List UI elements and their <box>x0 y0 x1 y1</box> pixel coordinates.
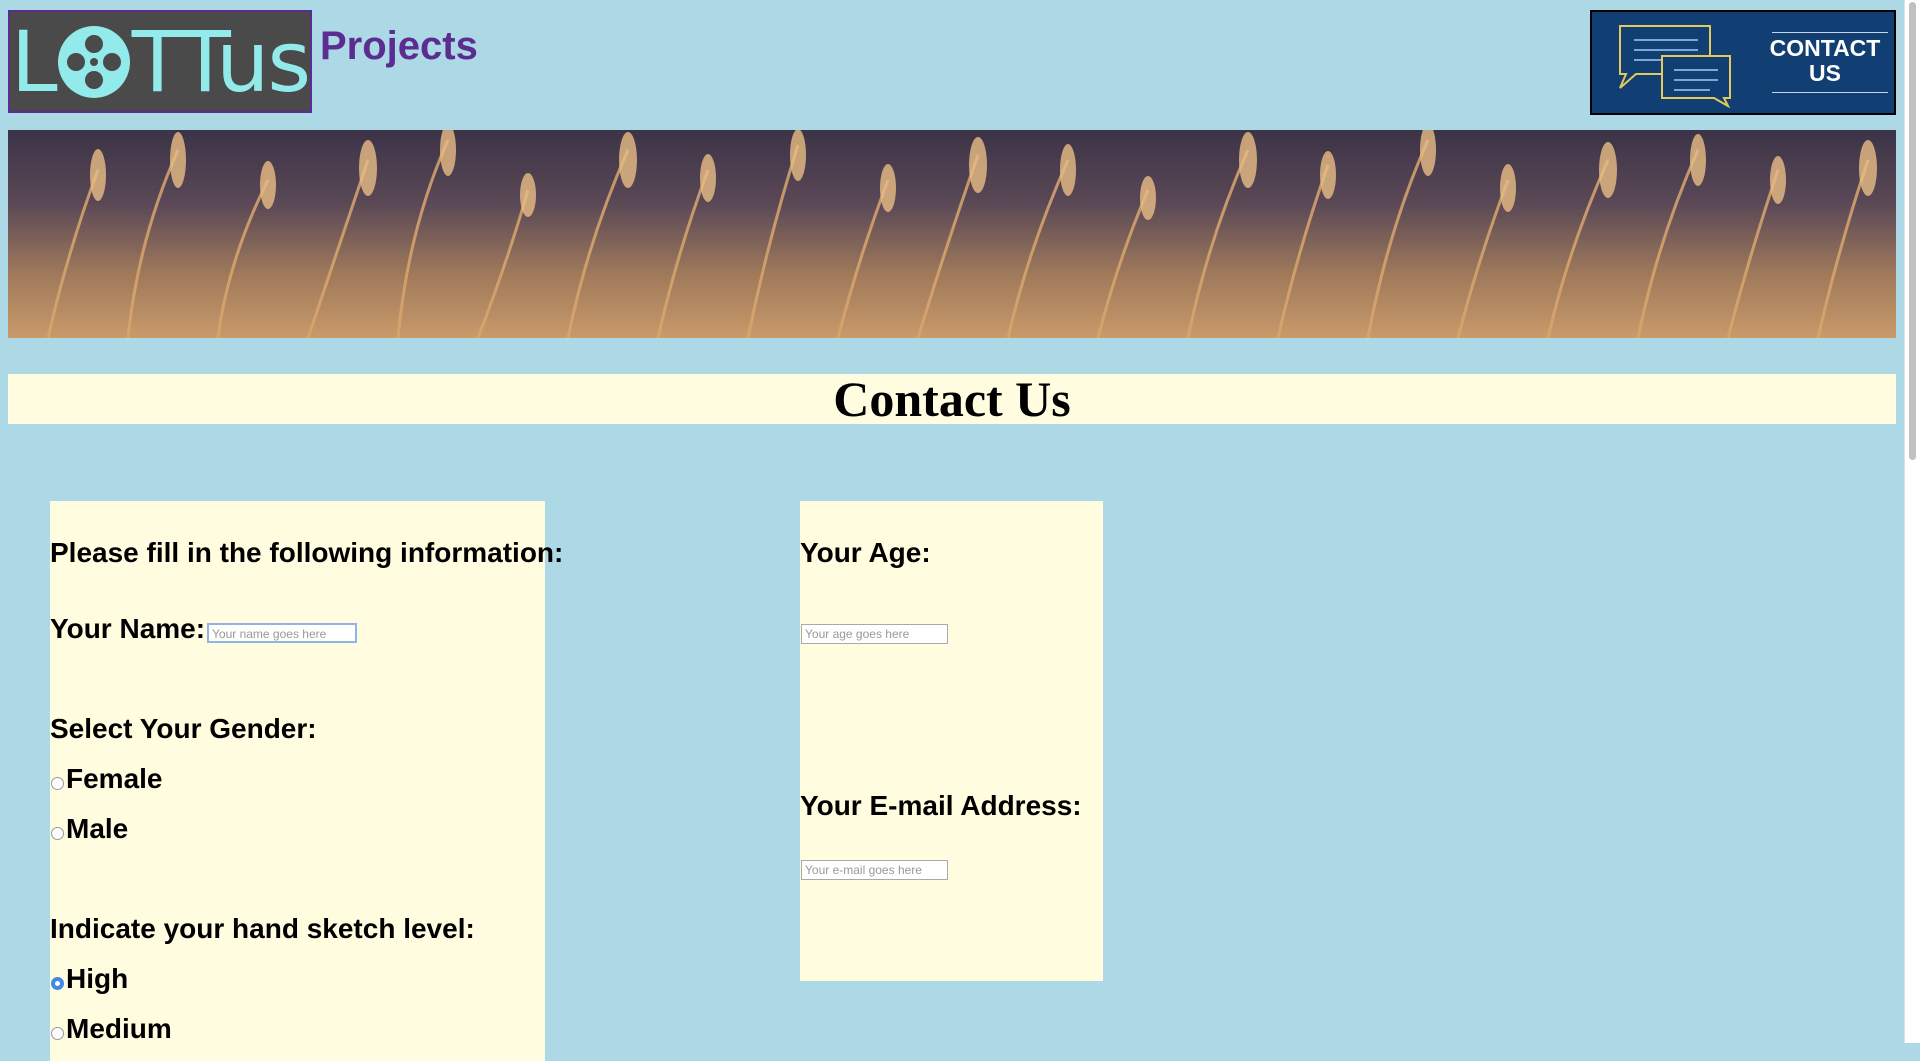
sketch-medium-label: Medium <box>66 1013 172 1044</box>
gender-female-label: Female <box>66 763 163 794</box>
gender-male-radio[interactable] <box>51 827 64 840</box>
contact-us-button[interactable]: CONTACT US <box>1590 10 1896 115</box>
page-heading-bar: Contact Us <box>8 374 1896 424</box>
contact-line-1: CONTACT <box>1769 35 1881 61</box>
age-label: Your Age: <box>800 537 931 568</box>
logo-text: TTus <box>131 12 311 111</box>
site-logo[interactable]: L TTus <box>8 10 312 113</box>
gender-label: Select Your Gender: <box>50 713 317 744</box>
divider <box>1772 32 1888 33</box>
form-panel-right: Your Age: Your age goes here Your E-mail… <box>800 501 1103 981</box>
page-title: Contact Us <box>833 371 1071 427</box>
form-panel-left: Please fill in the following information… <box>50 501 563 1061</box>
contact-us-label: CONTACT US <box>1762 36 1888 86</box>
gender-male-label: Male <box>66 813 129 844</box>
film-reel-icon <box>57 25 130 98</box>
chat-bubbles-icon <box>1619 25 1731 108</box>
sketch-high-radio[interactable] <box>51 977 64 990</box>
divider <box>1772 92 1888 93</box>
age-input[interactable]: Your age goes here <box>801 624 948 644</box>
name-input[interactable]: Your name goes here <box>207 623 357 643</box>
sketch-high-label: High <box>66 963 129 994</box>
name-label: Your Name: <box>50 613 206 644</box>
sketch-level-label: Indicate your hand sketch level: <box>50 913 475 944</box>
form-intro: Please fill in the following information… <box>50 537 564 568</box>
email-label: Your E-mail Address: <box>800 790 1082 821</box>
section-title[interactable]: Projects <box>320 24 478 69</box>
scrollbar-thumb[interactable] <box>1909 2 1916 460</box>
email-input[interactable]: Your e-mail goes here <box>801 860 948 880</box>
wheat-banner-image <box>8 130 1896 338</box>
logo-letter: L <box>10 12 58 111</box>
contact-line-2: US <box>1809 60 1841 86</box>
page-scrollbar[interactable] <box>1904 0 1920 1043</box>
gender-female-radio[interactable] <box>51 777 64 790</box>
sketch-medium-radio[interactable] <box>51 1027 64 1040</box>
